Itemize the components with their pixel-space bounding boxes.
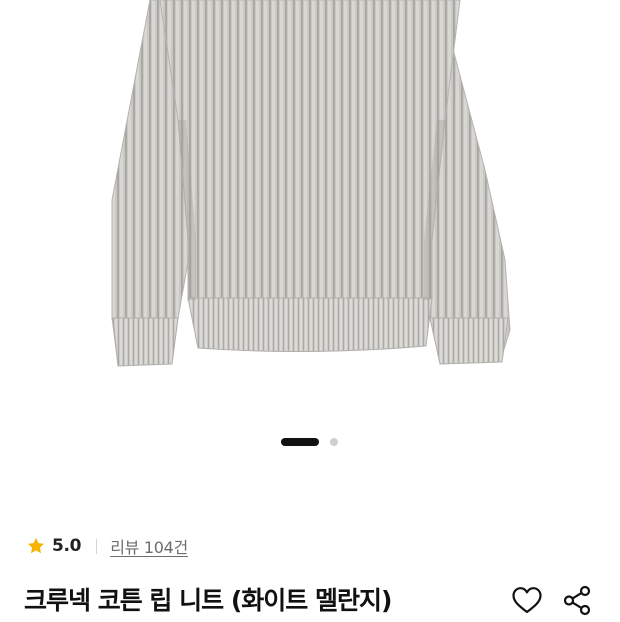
rating-value: 5.0 bbox=[52, 536, 82, 556]
pagination-dot-active[interactable] bbox=[281, 438, 319, 446]
share-icon bbox=[563, 585, 591, 616]
review-count-link[interactable]: 리뷰 104건 bbox=[110, 534, 188, 558]
pagination-dot[interactable] bbox=[330, 438, 338, 446]
gallery-pagination bbox=[0, 436, 620, 448]
product-title: 크루넥 코튼 립 니트 (화이트 멜란지) bbox=[24, 586, 392, 615]
wishlist-button[interactable] bbox=[510, 584, 544, 618]
rating-row: 5.0 리뷰 104건 bbox=[26, 533, 188, 559]
product-image-gallery[interactable] bbox=[0, 0, 620, 420]
share-button[interactable] bbox=[561, 584, 595, 618]
star-icon bbox=[27, 537, 45, 554]
divider bbox=[96, 538, 98, 554]
product-image bbox=[111, 0, 511, 367]
heart-icon bbox=[512, 587, 542, 614]
